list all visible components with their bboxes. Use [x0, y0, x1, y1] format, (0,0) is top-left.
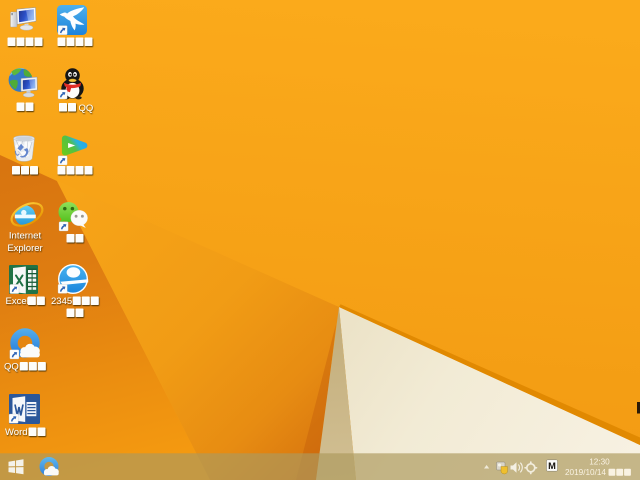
svg-text:M: M [548, 461, 556, 471]
svg-text:QQ: QQ [4, 362, 19, 373]
svg-text:Word: Word [5, 427, 28, 438]
svg-text:12:30: 12:30 [589, 458, 610, 467]
svg-text:Internet: Internet [9, 230, 42, 241]
svg-text:Excel: Excel [6, 296, 29, 307]
svg-text:QQ: QQ [79, 103, 94, 114]
svg-text:Explorer: Explorer [7, 243, 42, 254]
svg-text:2019/10/14: 2019/10/14 [565, 468, 606, 477]
svg-text:2345: 2345 [51, 296, 72, 307]
